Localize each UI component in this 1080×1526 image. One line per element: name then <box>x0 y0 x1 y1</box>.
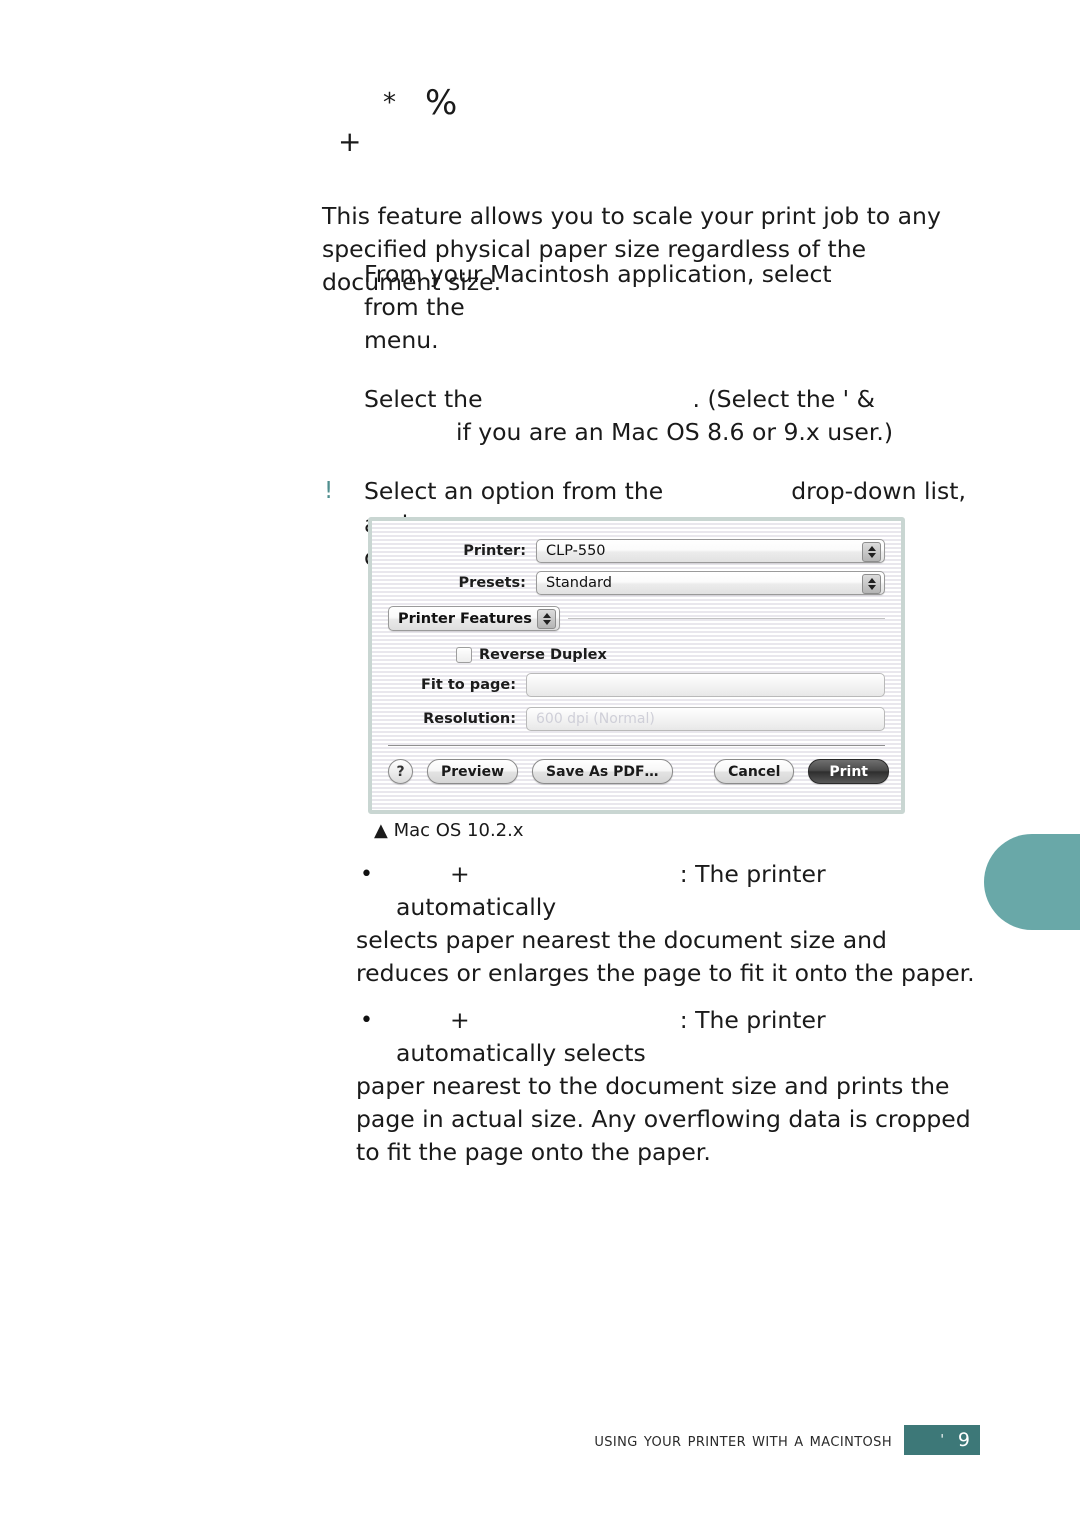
resolution-popup[interactable]: 600 dpi (Normal) <box>526 707 885 731</box>
printer-popup[interactable]: CLP-550 <box>536 539 885 563</box>
section-heading: * % + <box>325 86 1025 166</box>
footer-title: Using Your Printer with a Macintosh <box>594 1429 892 1451</box>
step-3-text-a: Select an option from the <box>364 477 664 505</box>
step-1-text-c: menu. <box>364 326 439 354</box>
reverse-duplex-checkbox[interactable] <box>456 647 472 663</box>
resolution-value: 600 dpi (Normal) <box>526 707 885 731</box>
printer-label: Printer: <box>463 543 526 559</box>
bullet-2-plus-glyph: + <box>450 1006 470 1034</box>
pane-value: Printer Features <box>398 610 532 627</box>
dialog-button-bar: ? Preview Save As PDF… Cancel Print <box>388 759 889 784</box>
print-dialog-figure: Printer: CLP-550 Presets: Standard Print… <box>368 517 905 814</box>
chevron-updown-icon[interactable] <box>862 574 881 594</box>
bullet-item-1: • +: The printer automatically selects p… <box>356 858 976 990</box>
divider <box>388 745 885 746</box>
presets-popup[interactable]: Standard <box>536 571 885 595</box>
heading-percent-glyph: % <box>425 83 458 123</box>
bullet-item-2: • +: The printer automatically selects p… <box>356 1004 976 1169</box>
fit-to-page-popup[interactable] <box>526 673 885 697</box>
printer-row: Printer: CLP-550 <box>388 539 885 563</box>
step-2-text-c: if you are an Mac OS 8.6 or 9.x user.) <box>456 418 893 446</box>
pane-popup[interactable]: Printer Features <box>388 606 560 631</box>
chapter-thumb-tab <box>984 834 1080 930</box>
chevron-updown-icon[interactable] <box>862 542 881 562</box>
step-2-text-b: . (Select the ' & <box>692 385 875 413</box>
bullet-2-body: paper nearest to the document size and p… <box>356 1072 971 1166</box>
reverse-duplex-row[interactable]: Reverse Duplex <box>456 647 885 663</box>
presets-row: Presets: Standard <box>388 571 885 595</box>
save-as-pdf-button[interactable]: Save As PDF… <box>532 759 673 784</box>
pane-selector-row: Printer Features <box>388 606 885 631</box>
step-2-text-a: Select the <box>364 385 483 413</box>
presets-label: Presets: <box>458 575 526 591</box>
presets-value: Standard <box>546 575 612 591</box>
badge-tick-glyph: ' <box>940 1432 944 1448</box>
step-item-1: From your Macintosh application, select f… <box>322 258 982 357</box>
bullet-list: • +: The printer automatically selects p… <box>356 858 976 1183</box>
step-item-2: Select the . (Select the ' & if you are a… <box>322 383 982 449</box>
step-marker-3: ! <box>324 478 334 504</box>
figure-caption: ▲ Mac OS 10.2.x <box>374 820 524 841</box>
printer-value: CLP-550 <box>546 543 606 559</box>
document-page: * % + This feature allows you to scale y… <box>0 0 1080 1526</box>
print-dialog: Printer: CLP-550 Presets: Standard Print… <box>368 517 905 814</box>
page-footer: Using Your Printer with a Macintosh ' 9 <box>0 1420 1080 1460</box>
preview-button[interactable]: Preview <box>427 759 519 784</box>
page-number: 9 <box>957 1429 970 1451</box>
heading-star-glyph: * <box>383 88 396 118</box>
reverse-duplex-label: Reverse Duplex <box>479 647 607 663</box>
resolution-row: Resolution: 600 dpi (Normal) <box>388 707 885 731</box>
fit-to-page-label: Fit to page: <box>421 677 516 693</box>
chevron-updown-icon[interactable] <box>537 609 556 629</box>
fit-to-page-row: Fit to page: <box>388 673 885 697</box>
cancel-button[interactable]: Cancel <box>714 759 795 784</box>
bullet-1-body: selects paper nearest the document size … <box>356 926 975 987</box>
bullet-1-plus-glyph: + <box>450 860 470 888</box>
help-button[interactable]: ? <box>388 759 413 784</box>
fit-to-page-value <box>526 673 885 697</box>
print-button[interactable]: Print <box>808 759 889 784</box>
step-1-text-b: from the <box>364 293 465 321</box>
bullet-dot-icon: • <box>360 862 373 887</box>
heading-plus-glyph: + <box>338 125 362 158</box>
divider <box>568 618 885 619</box>
step-1-text-a: From your Macintosh application, select <box>364 260 832 288</box>
resolution-label: Resolution: <box>423 711 516 727</box>
page-number-badge: ' 9 <box>904 1425 980 1455</box>
bullet-dot-icon: • <box>360 1008 373 1033</box>
